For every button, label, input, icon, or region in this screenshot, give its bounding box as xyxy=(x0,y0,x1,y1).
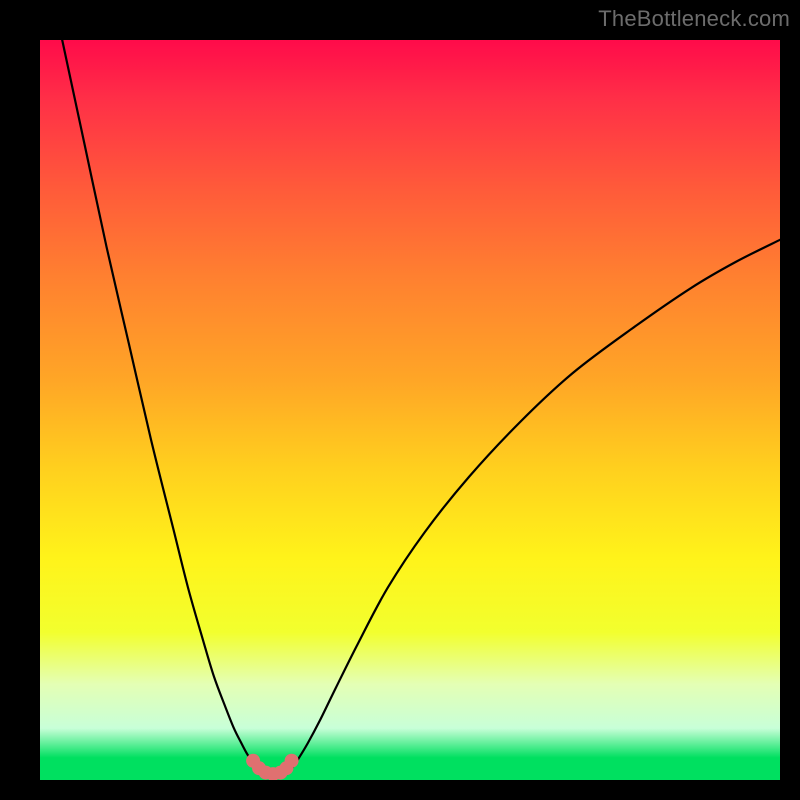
plot-area xyxy=(40,40,780,780)
valley-dot-group xyxy=(246,754,298,780)
curve-right-branch xyxy=(292,240,780,769)
watermark-text: TheBottleneck.com xyxy=(598,6,790,32)
chart-frame: TheBottleneck.com xyxy=(0,0,800,800)
valley-dot xyxy=(285,754,299,768)
curve-layer xyxy=(40,40,780,780)
curve-left-branch xyxy=(62,40,257,769)
